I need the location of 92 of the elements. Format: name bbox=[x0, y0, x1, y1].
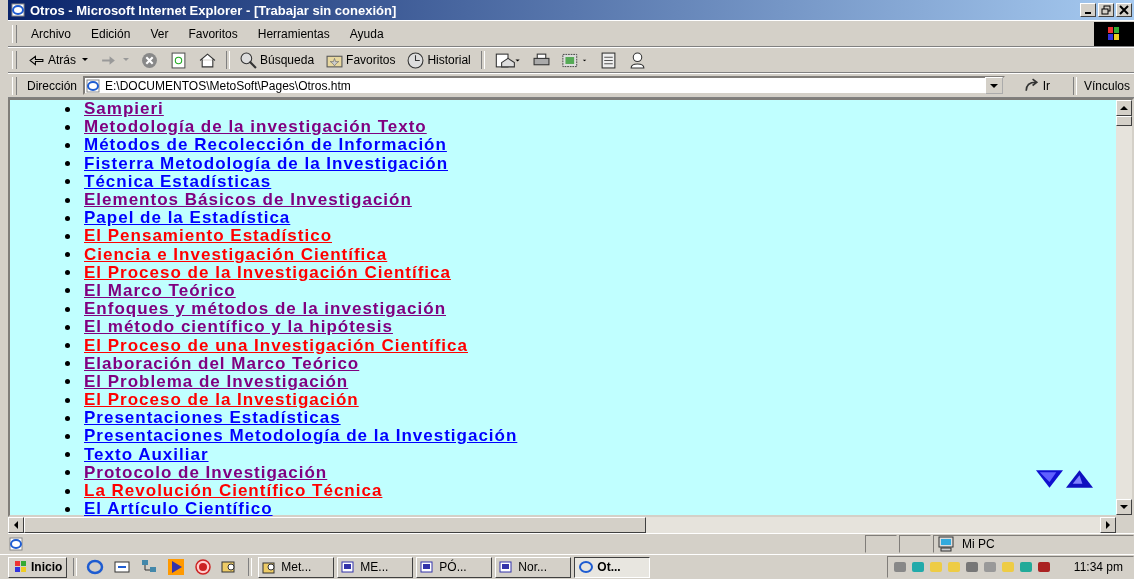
scroll-left-button[interactable] bbox=[8, 517, 24, 533]
horizontal-scrollbar[interactable] bbox=[8, 517, 1134, 533]
page-link[interactable]: Enfoques y métodos de la investigación bbox=[84, 300, 446, 319]
page-link[interactable]: Elementos Básicos de Investigación bbox=[84, 191, 412, 210]
browser-icon bbox=[578, 559, 595, 575]
page-link[interactable]: Técnica Estadísticas bbox=[84, 172, 272, 191]
ie-icon bbox=[10, 2, 26, 18]
tray-icon[interactable] bbox=[963, 559, 980, 575]
stop-icon bbox=[141, 51, 158, 69]
page-link[interactable]: El método científico y la hipótesis bbox=[84, 318, 393, 337]
mail-icon bbox=[494, 51, 521, 69]
page-link[interactable]: Presentaciones Metodología de la Investigación bbox=[84, 427, 518, 446]
taskbar-button[interactable]: PÓ... bbox=[416, 556, 493, 578]
menu-item[interactable]: Ver bbox=[144, 26, 179, 41]
scroll-up-button[interactable] bbox=[1116, 100, 1132, 116]
page-link[interactable]: El Pensamiento Estadístico bbox=[84, 227, 332, 246]
minimize-button[interactable] bbox=[1080, 3, 1096, 17]
person-icon bbox=[628, 51, 646, 69]
clock: 11:34 pm bbox=[1072, 560, 1124, 574]
right-arrow-icon bbox=[1106, 521, 1110, 529]
page-link[interactable]: Presentaciones Estadísticas bbox=[84, 409, 341, 428]
scroll-thumb[interactable] bbox=[1116, 116, 1132, 126]
taskbar-button[interactable]: Met... bbox=[258, 556, 335, 578]
caret-icon bbox=[123, 58, 129, 62]
page-link[interactable]: Sampieri bbox=[84, 100, 164, 119]
status-pane bbox=[899, 535, 931, 553]
address-field[interactable]: E:\DOCUMENTOS\MetoSoft\Pages\Otros.htm bbox=[83, 76, 1005, 95]
page-link[interactable]: Protocolo de Investigación bbox=[84, 463, 328, 482]
menu-item[interactable]: Herramientas bbox=[251, 26, 340, 41]
page-link[interactable]: Fisterra Metodología de la Investigación bbox=[84, 154, 448, 173]
page-link[interactable]: El Artículo Científico bbox=[84, 500, 273, 519]
page-link[interactable]: El Marco Teórico bbox=[84, 281, 236, 300]
down-arrow-icon[interactable] bbox=[1035, 469, 1064, 489]
close-button[interactable] bbox=[1116, 3, 1132, 17]
menu-item[interactable]: Archivo bbox=[25, 26, 81, 41]
address-label: Dirección bbox=[26, 78, 78, 93]
caret-icon bbox=[82, 58, 88, 62]
start-button[interactable]: Inicio bbox=[8, 556, 68, 578]
restore-icon bbox=[1101, 5, 1111, 15]
taskbar-button[interactable]: ME... bbox=[337, 556, 414, 578]
page-icon bbox=[8, 536, 24, 552]
zone-label: Mi PC bbox=[962, 537, 995, 551]
minimize-icon bbox=[1085, 12, 1091, 14]
up-arrow-icon[interactable] bbox=[1065, 469, 1094, 489]
status-pane bbox=[865, 535, 897, 553]
document-icon bbox=[599, 51, 617, 69]
page-link[interactable]: El Proceso de la Investigación bbox=[84, 391, 359, 410]
up-arrow-icon bbox=[1120, 106, 1128, 110]
disc-icon[interactable] bbox=[194, 558, 213, 576]
vertical-scrollbar[interactable] bbox=[1116, 100, 1132, 515]
page-link[interactable]: El Proceso de una Investigación Científica bbox=[84, 336, 468, 355]
page-link[interactable]: La Revolución Científico Técnica bbox=[84, 482, 383, 501]
windows-logo-icon bbox=[1094, 21, 1134, 46]
page-link[interactable]: El Proceso de la Investigación Científica bbox=[84, 263, 451, 282]
scroll-down-button[interactable] bbox=[1116, 499, 1132, 515]
page-link[interactable]: Papel de la Estadística bbox=[84, 209, 291, 228]
favorites-button[interactable]: Favoritos bbox=[321, 49, 401, 71]
dropdown-button[interactable] bbox=[984, 77, 1003, 94]
caret-icon bbox=[989, 83, 998, 88]
left-arrow-icon bbox=[14, 521, 18, 529]
browser-icon[interactable] bbox=[86, 558, 105, 576]
restore-button[interactable] bbox=[1098, 3, 1114, 17]
page-link[interactable]: Ciencia e Investigación Científica bbox=[84, 245, 388, 264]
page-link[interactable]: Métodos de Recolección de Información bbox=[84, 136, 447, 155]
page-icon bbox=[85, 77, 101, 94]
page-link[interactable]: Elaboración del Marco Teórico bbox=[84, 354, 360, 373]
history-button[interactable]: Historial bbox=[402, 49, 476, 71]
menu-item[interactable]: Ayuda bbox=[343, 26, 394, 41]
curved-arrow-icon bbox=[1022, 77, 1040, 94]
play-icon[interactable] bbox=[167, 558, 186, 576]
page-link[interactable]: El Problema de Investigación bbox=[84, 372, 349, 391]
windows-logo-icon bbox=[13, 559, 29, 575]
down-arrow-icon bbox=[1120, 505, 1128, 509]
window-title: Otros - Microsoft Internet Explorer - [Trabajar sin conexión] bbox=[30, 2, 397, 18]
taskbar-button[interactable]: Nor... bbox=[495, 556, 572, 578]
taskbar-button[interactable]: Ot... bbox=[574, 556, 651, 578]
links-button[interactable]: Vínculos bbox=[1083, 78, 1134, 93]
page-link[interactable]: Texto Auxiliar bbox=[84, 445, 209, 464]
go-button[interactable]: Ir bbox=[1008, 77, 1066, 94]
clock-icon bbox=[407, 51, 425, 69]
edit-icon bbox=[561, 51, 588, 69]
menu-item[interactable]: Favoritos bbox=[182, 26, 248, 41]
scroll-right-button[interactable] bbox=[1100, 517, 1116, 533]
scroll-thumb[interactable] bbox=[24, 517, 646, 533]
home-icon bbox=[199, 51, 216, 69]
refresh-icon bbox=[170, 51, 187, 69]
close-icon bbox=[1119, 5, 1129, 15]
tray-icon[interactable] bbox=[1035, 559, 1052, 575]
back-button[interactable]: Atrás bbox=[23, 49, 93, 71]
search-button[interactable]: Búsqueda bbox=[235, 49, 320, 71]
menu-item[interactable]: Edición bbox=[85, 26, 141, 41]
page-link[interactable]: Metodología de la investigación Texto bbox=[84, 118, 427, 137]
